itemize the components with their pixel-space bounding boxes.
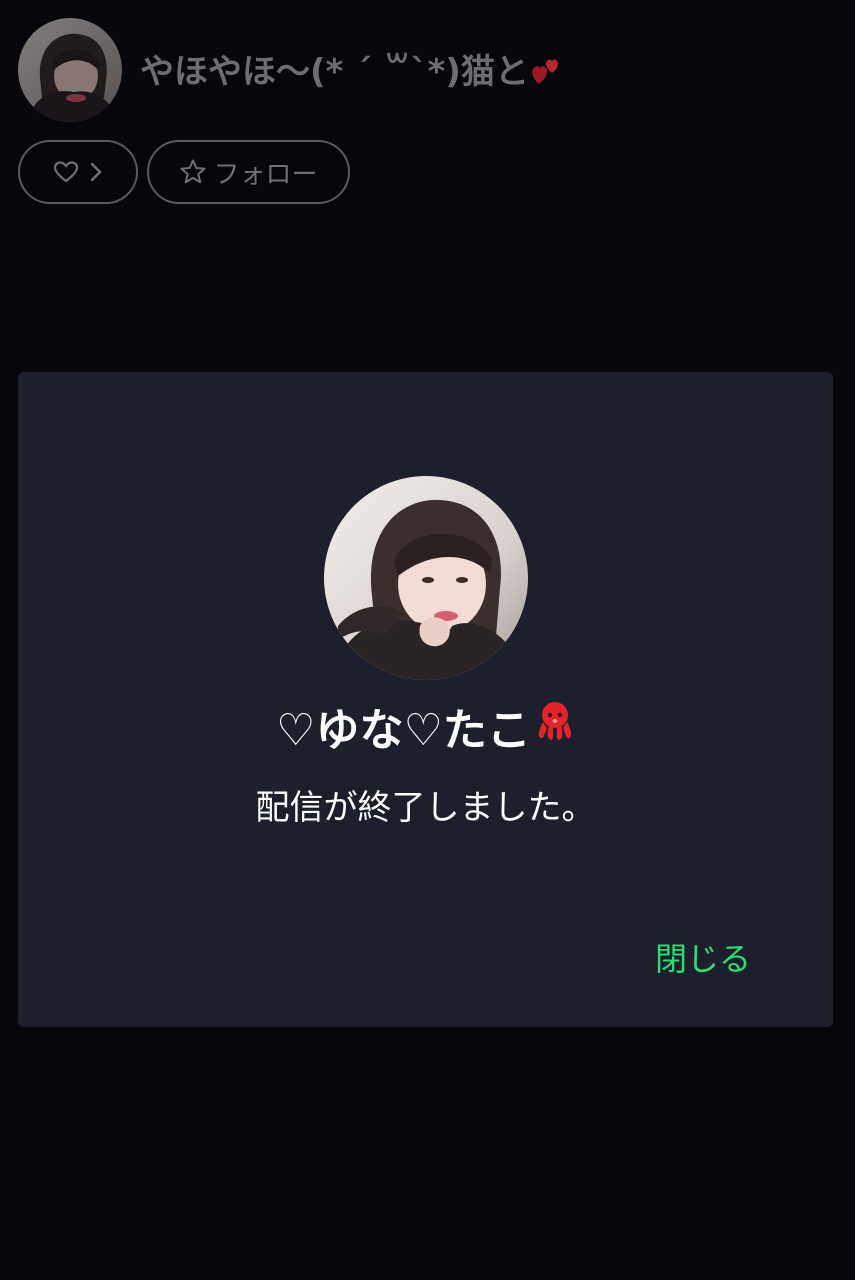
star-outline-icon xyxy=(180,159,206,184)
octopus-icon xyxy=(535,700,575,753)
stream-title: やほやほ〜(* ´ ꒳`*)猫と xyxy=(140,44,660,94)
avatar-image xyxy=(18,18,122,122)
stream-ended-message: 配信が終了しました。 xyxy=(255,788,596,828)
stream-ended-dialog: ♡ゆな♡たこ 配信が終了しました。 閉じる xyxy=(18,372,833,1027)
stream-title-text: やほやほ〜(* ´ ꒳`*)猫と xyxy=(140,52,529,92)
heart-outline-icon xyxy=(53,161,79,183)
broadcaster-avatar-small[interactable] xyxy=(18,18,122,122)
follow-button[interactable]: フォロー xyxy=(147,140,350,204)
broadcaster-avatar-large xyxy=(324,476,528,680)
follow-button-label: フォロー xyxy=(213,159,318,190)
stream-header: やほやほ〜(* ´ ꒳`*)猫と フォロー xyxy=(0,0,855,220)
chevron-right-icon xyxy=(90,162,102,182)
broadcaster-name-text: ♡ゆな♡たこ xyxy=(276,705,531,756)
avatar-image xyxy=(324,476,528,680)
close-button[interactable]: 閉じる xyxy=(638,934,768,984)
live-stream-page: やほやほ〜(* ´ ꒳`*)猫と フォロー ♡ゆな♡たこ 配信が終了しました。 … xyxy=(0,0,855,1280)
like-button[interactable] xyxy=(18,140,138,204)
broadcaster-name: ♡ゆな♡たこ xyxy=(18,694,833,758)
two-hearts-icon xyxy=(531,54,561,94)
